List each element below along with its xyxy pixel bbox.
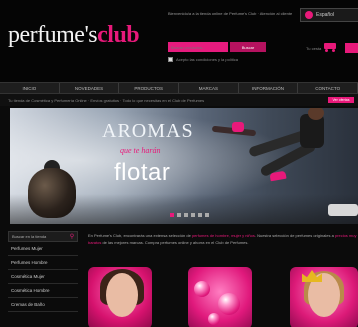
newsletter-checkbox-row: Acepto las condiciones y la política — [168, 57, 238, 62]
intro-text-2: . Nuestra selección de perfumes original… — [254, 233, 335, 238]
search-input[interactable] — [168, 42, 228, 52]
cart-label: Tu cesta — [306, 46, 322, 51]
info-bar-text: Tu tienda de Cosmética y Perfumería Onli… — [8, 97, 205, 103]
flag-icon — [305, 11, 313, 19]
carousel-dot[interactable] — [184, 213, 188, 217]
carousel-dot[interactable] — [198, 213, 202, 217]
carousel-dot[interactable] — [170, 213, 174, 217]
bath-ball-image — [208, 313, 220, 325]
carousel-dot[interactable] — [191, 213, 195, 217]
bath-ball-image — [194, 281, 210, 297]
sidebar-item-cosmetica-hombre[interactable]: Cosmética Hombre — [8, 284, 78, 298]
cart-icon[interactable] — [324, 41, 337, 52]
diffuser-image — [28, 160, 76, 218]
carousel-dots — [170, 213, 209, 217]
sidebar-search-input[interactable]: Buscar en la tienda — [9, 234, 67, 239]
language-selector[interactable]: Español — [300, 8, 358, 22]
promo-card-bath[interactable] — [188, 267, 252, 327]
header-search: Buscar — [168, 42, 266, 52]
nav-item-marcas[interactable]: Marcas — [179, 83, 239, 93]
intro-text-1: En Perfume's Club, encontrarás una exten… — [88, 233, 192, 238]
checkbox-label: Acepto las condiciones y la política — [176, 57, 239, 62]
sidebar-item-perfumes-mujer[interactable]: Perfumes Mujer — [8, 242, 78, 256]
language-label: Español — [316, 12, 335, 18]
site-logo[interactable]: perfume'sclub — [8, 22, 140, 49]
logo-club-text: club — [97, 22, 140, 48]
promo-card-makeup[interactable] — [88, 267, 152, 327]
sidebar: Buscar en la tienda ⚲ Perfumes Mujer Per… — [8, 231, 78, 327]
banner-subtitle: que te harán — [120, 146, 161, 155]
page-frame: perfume'sclub Bienvenido/a a la tienda o… — [0, 0, 358, 327]
bath-ball-image — [218, 293, 240, 315]
sidebar-item-cremas-bano[interactable]: Cremas de Baño — [8, 298, 78, 312]
promo-card-princess[interactable] — [290, 267, 358, 327]
nav-item-informacion[interactable]: Información — [239, 83, 299, 93]
header-tagline: Bienvenido/a a la tienda online de Perfu… — [168, 11, 293, 16]
intro-link-1[interactable]: perfumes de hombre, mujer y niños — [192, 233, 255, 238]
nav-item-novedades[interactable]: Novedades — [60, 83, 120, 93]
nav-item-contacto[interactable]: Contacto — [298, 83, 358, 93]
search-icon[interactable]: ⚲ — [67, 232, 77, 241]
intro-text-3: de las mejores marcas. Compra perfumes o… — [101, 239, 249, 245]
nav-item-inicio[interactable]: Inicio — [0, 83, 60, 93]
nav-item-productos[interactable]: Productos — [119, 83, 180, 93]
sidebar-item-cosmetica-mujer[interactable]: Cosmética Mujer — [8, 270, 78, 284]
carousel-dot[interactable] — [177, 213, 181, 217]
hero-banner[interactable]: AROMAS que te harán flotar — [10, 108, 358, 224]
cart-button[interactable] — [345, 43, 358, 53]
search-button[interactable]: Buscar — [230, 42, 266, 52]
newsletter-checkbox[interactable] — [168, 57, 173, 62]
offers-link[interactable]: Ver ofertas — [328, 97, 354, 103]
banner-title: AROMAS — [102, 120, 194, 142]
sidebar-item-perfumes-hombre[interactable]: Perfumes Hombre — [8, 256, 78, 270]
model-face-image — [106, 273, 138, 317]
carousel-dot[interactable] — [205, 213, 209, 217]
logo-main-text: perfume's — [8, 22, 98, 48]
main-nav: Inicio Novedades Productos Marcas Inform… — [0, 82, 358, 94]
sidebar-search: Buscar en la tienda ⚲ — [8, 231, 78, 242]
site-header: perfume'sclub Bienvenido/a a la tienda o… — [0, 0, 358, 82]
info-bar: Tu tienda de Cosmética y Perfumería Onli… — [0, 94, 358, 106]
intro-text: En Perfume's Club, encontrarás una exten… — [88, 233, 358, 246]
pillow-image — [328, 204, 358, 216]
banner-title-2: flotar — [114, 159, 171, 186]
